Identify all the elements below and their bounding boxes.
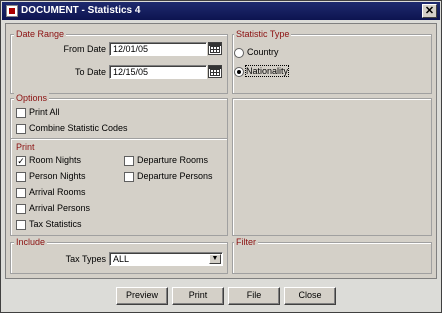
combine-statistic-codes-label[interactable]: Combine Statistic Codes bbox=[29, 123, 128, 133]
tax-types-select[interactable]: ALL ▼ bbox=[109, 252, 223, 266]
print-all-checkbox[interactable] bbox=[16, 108, 26, 118]
options-detail-panel bbox=[232, 98, 432, 236]
departure-persons-label[interactable]: Departure Persons bbox=[137, 171, 213, 181]
arrival-persons-checkbox[interactable] bbox=[16, 204, 26, 214]
statistic-type-group bbox=[232, 34, 432, 94]
tax-statistics-label[interactable]: Tax Statistics bbox=[29, 219, 82, 229]
button-bar: Preview Print File Close bbox=[116, 285, 336, 309]
preview-button[interactable]: Preview bbox=[116, 287, 168, 305]
departure-rooms-label[interactable]: Departure Rooms bbox=[137, 155, 208, 165]
departure-rooms-checkbox[interactable] bbox=[124, 156, 134, 166]
to-date-calendar-icon[interactable] bbox=[208, 65, 222, 78]
tax-statistics-checkbox[interactable] bbox=[16, 220, 26, 230]
dialog-body: Date Range From Date 12/01/05 To Date 12… bbox=[5, 23, 437, 279]
window-title: DOCUMENT - Statistics 4 bbox=[21, 5, 141, 16]
file-button[interactable]: File bbox=[228, 287, 280, 305]
departure-persons-checkbox[interactable] bbox=[124, 172, 134, 182]
print-heading: Print bbox=[14, 142, 37, 152]
print-button[interactable]: Print bbox=[172, 287, 224, 305]
options-heading: Options bbox=[14, 93, 50, 103]
from-date-calendar-icon[interactable] bbox=[208, 42, 222, 55]
title-bar[interactable]: DOCUMENT - Statistics 4 ✕ bbox=[2, 2, 440, 20]
filter-group bbox=[232, 242, 432, 274]
statistics-window: DOCUMENT - Statistics 4 ✕ Date Range Fro… bbox=[0, 0, 442, 313]
arrival-rooms-label[interactable]: Arrival Rooms bbox=[29, 187, 86, 197]
nationality-radio[interactable] bbox=[234, 67, 244, 77]
to-date-input[interactable]: 12/15/05 bbox=[109, 65, 207, 79]
include-heading: Include bbox=[14, 237, 48, 247]
from-date-label: From Date bbox=[63, 44, 106, 54]
app-icon bbox=[6, 5, 18, 17]
person-nights-checkbox[interactable] bbox=[16, 172, 26, 182]
statistic-type-heading: Statistic Type bbox=[234, 29, 292, 39]
country-radio[interactable] bbox=[234, 48, 244, 58]
person-nights-label[interactable]: Person Nights bbox=[29, 171, 86, 181]
room-nights-label[interactable]: Room Nights bbox=[29, 155, 81, 165]
close-window-button[interactable]: ✕ bbox=[422, 4, 437, 18]
tax-types-label: Tax Types bbox=[65, 254, 106, 264]
close-button[interactable]: Close bbox=[284, 287, 336, 305]
from-date-input[interactable]: 12/01/05 bbox=[109, 42, 207, 56]
arrival-rooms-checkbox[interactable] bbox=[16, 188, 26, 198]
room-nights-checkbox[interactable]: ✓ bbox=[16, 156, 26, 166]
date-range-heading: Date Range bbox=[14, 29, 67, 39]
print-all-label[interactable]: Print All bbox=[29, 107, 60, 117]
arrival-persons-label[interactable]: Arrival Persons bbox=[29, 203, 90, 213]
to-date-label: To Date bbox=[74, 67, 106, 77]
nationality-radio-label[interactable]: Nationality bbox=[244, 65, 290, 77]
filter-heading: Filter bbox=[234, 237, 258, 247]
dropdown-arrow-icon[interactable]: ▼ bbox=[209, 254, 221, 264]
country-radio-label[interactable]: Country bbox=[247, 47, 279, 57]
combine-statistic-codes-checkbox[interactable] bbox=[16, 124, 26, 134]
tax-types-value: ALL bbox=[113, 254, 130, 264]
